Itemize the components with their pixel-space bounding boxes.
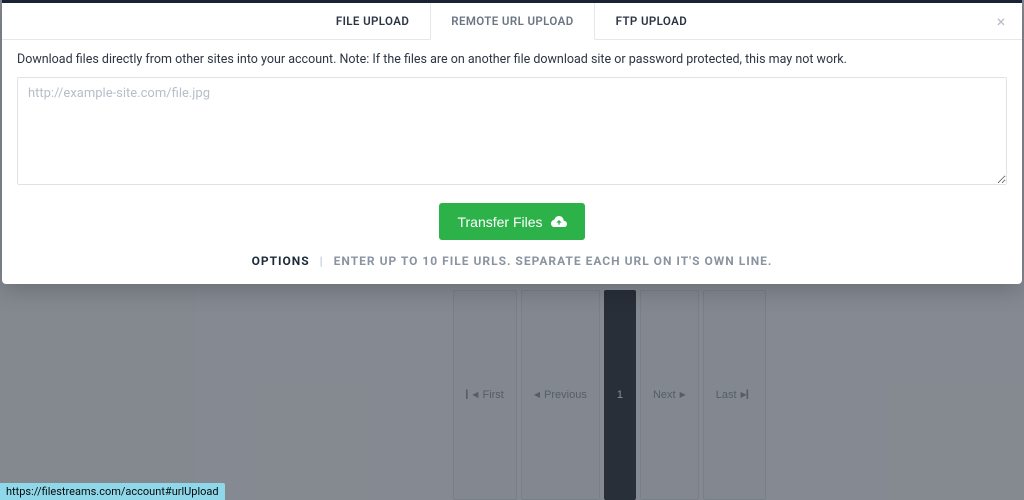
upload-tabs: FILE UPLOAD REMOTE URL UPLOAD FTP UPLOAD…: [2, 3, 1022, 40]
hint-text: ENTER UP TO 10 FILE URLS. SEPARATE EACH …: [334, 254, 773, 268]
modal-body: Download files directly from other sites…: [2, 40, 1022, 284]
close-icon[interactable]: ×: [992, 13, 1010, 31]
options-link[interactable]: OPTIONS: [252, 254, 310, 268]
remote-upload-note: Download files directly from other sites…: [17, 52, 1007, 67]
url-input[interactable]: [17, 77, 1007, 185]
modal-actions: Transfer Files: [17, 203, 1007, 240]
cloud-upload-icon: [551, 213, 567, 230]
transfer-files-button[interactable]: Transfer Files: [439, 203, 584, 240]
browser-status-url: https://filestreams.com/account#urlUploa…: [0, 483, 225, 500]
hint-separator: |: [320, 254, 324, 268]
tab-ftp-upload[interactable]: FTP UPLOAD: [595, 3, 709, 40]
hint-row: OPTIONS | ENTER UP TO 10 FILE URLS. SEPA…: [17, 254, 1007, 268]
tab-file-upload[interactable]: FILE UPLOAD: [316, 3, 430, 40]
upload-modal: FILE UPLOAD REMOTE URL UPLOAD FTP UPLOAD…: [2, 0, 1022, 284]
tab-remote-url-upload[interactable]: REMOTE URL UPLOAD: [430, 3, 594, 40]
transfer-files-label: Transfer Files: [457, 214, 542, 230]
